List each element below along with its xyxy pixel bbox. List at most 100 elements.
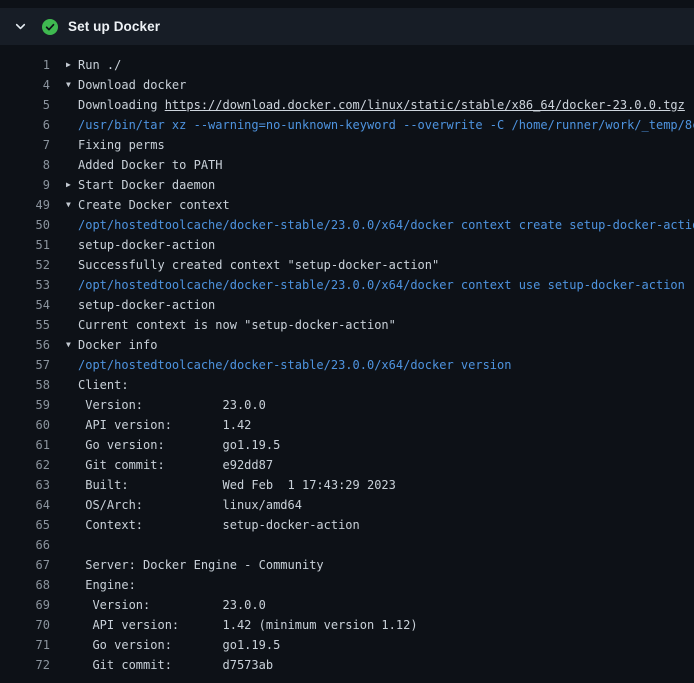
line-number[interactable]: 57 (0, 358, 50, 372)
log-text: Fixing perms (78, 138, 165, 152)
line-number[interactable]: 65 (0, 518, 50, 532)
line-number[interactable]: 6 (0, 118, 50, 132)
line-number[interactable]: 1 (0, 58, 50, 72)
log-line: 58 Client: (0, 375, 694, 395)
success-check-icon (42, 19, 58, 35)
line-number[interactable]: 61 (0, 438, 50, 452)
line-number[interactable]: 8 (0, 158, 50, 172)
log-text: /opt/hostedtoolcache/docker-stable/23.0.… (78, 358, 511, 372)
log-plain-text: Create Docker context (78, 198, 230, 212)
chevron-down-icon[interactable] (13, 20, 27, 33)
log-link[interactable]: https://download.docker.com/linux/static… (165, 98, 685, 112)
log-text: OS/Arch: linux/amd64 (78, 498, 302, 512)
log-line: 56▼Docker info (0, 335, 694, 355)
log-text: Version: 23.0.0 (78, 398, 266, 412)
line-number[interactable]: 59 (0, 398, 50, 412)
log-plain-text: Server: Docker Engine - Community (78, 558, 324, 572)
log-text: Go version: go1.19.5 (78, 638, 280, 652)
line-number[interactable]: 7 (0, 138, 50, 152)
log-line: 8 Added Docker to PATH (0, 155, 694, 175)
line-number[interactable]: 71 (0, 638, 50, 652)
line-number[interactable]: 54 (0, 298, 50, 312)
log-text: Create Docker context (78, 198, 230, 212)
log-line: 1▶Run ./ (0, 55, 694, 75)
log-plain-text: API version: 1.42 (78, 418, 251, 432)
log-text: Server: Docker Engine - Community (78, 558, 324, 572)
log-line: 69 Version: 23.0.0 (0, 595, 694, 615)
log-command-text: /opt/hostedtoolcache/docker-stable/23.0.… (78, 358, 511, 372)
line-number[interactable]: 53 (0, 278, 50, 292)
log-command-text: /opt/hostedtoolcache/docker-stable/23.0.… (78, 278, 685, 292)
log-text: /opt/hostedtoolcache/docker-stable/23.0.… (78, 278, 685, 292)
log-text: Engine: (78, 578, 136, 592)
log-plain-text: Engine: (78, 578, 136, 592)
collapse-group-arrow-icon[interactable]: ▼ (66, 75, 78, 95)
line-number[interactable]: 60 (0, 418, 50, 432)
log-line: 60 API version: 1.42 (0, 415, 694, 435)
line-number[interactable]: 51 (0, 238, 50, 252)
line-number[interactable]: 70 (0, 618, 50, 632)
log-line: 71 Go version: go1.19.5 (0, 635, 694, 655)
line-number[interactable]: 68 (0, 578, 50, 592)
log-text: Start Docker daemon (78, 178, 215, 192)
log-line: 66 (0, 535, 694, 555)
line-number[interactable]: 5 (0, 98, 50, 112)
line-number[interactable]: 9 (0, 178, 50, 192)
log-line: 53/opt/hostedtoolcache/docker-stable/23.… (0, 275, 694, 295)
log-text: Git commit: d7573ab (78, 658, 273, 672)
log-line: 67 Server: Docker Engine - Community (0, 555, 694, 575)
log-line: 72 Git commit: d7573ab (0, 655, 694, 675)
line-number[interactable]: 64 (0, 498, 50, 512)
line-number[interactable]: 55 (0, 318, 50, 332)
log-line: 54 setup-docker-action (0, 295, 694, 315)
log-line: 9 ▶Start Docker daemon (0, 175, 694, 195)
log-plain-text: OS/Arch: linux/amd64 (78, 498, 302, 512)
step-header[interactable]: Set up Docker (0, 8, 694, 45)
line-number[interactable]: 62 (0, 458, 50, 472)
log-line: 70 API version: 1.42 (minimum version 1.… (0, 615, 694, 635)
log-line: 5Downloading https://download.docker.com… (0, 95, 694, 115)
log-line: 4▼Download docker (0, 75, 694, 95)
log-command-text: /opt/hostedtoolcache/docker-stable/23.0.… (78, 218, 694, 232)
log-text: Current context is now "setup-docker-act… (78, 318, 396, 332)
line-number[interactable]: 50 (0, 218, 50, 232)
line-number[interactable]: 66 (0, 538, 50, 552)
log-plain-text: Current context is now "setup-docker-act… (78, 318, 396, 332)
log-plain-text: Context: setup-docker-action (78, 518, 360, 532)
log-text: API version: 1.42 (78, 418, 251, 432)
collapse-group-arrow-icon[interactable]: ▼ (66, 335, 78, 355)
expand-group-arrow-icon[interactable]: ▶ (66, 55, 78, 75)
log-plain-text: Start Docker daemon (78, 178, 215, 192)
line-number[interactable]: 58 (0, 378, 50, 392)
log-plain-text: Git commit: e92dd87 (78, 458, 273, 472)
log-text: Client: (78, 378, 129, 392)
log-line: 57/opt/hostedtoolcache/docker-stable/23.… (0, 355, 694, 375)
collapse-group-arrow-icon[interactable]: ▼ (66, 195, 78, 215)
log-plain-text: Successfully created context "setup-dock… (78, 258, 439, 272)
log-line: 62 Git commit: e92dd87 (0, 455, 694, 475)
log-container: 1▶Run ./4▼Download docker5Downloading ht… (0, 45, 694, 675)
line-number[interactable]: 63 (0, 478, 50, 492)
log-text: setup-docker-action (78, 298, 215, 312)
expand-group-arrow-icon[interactable]: ▶ (66, 175, 78, 195)
log-line: 65 Context: setup-docker-action (0, 515, 694, 535)
log-text: Added Docker to PATH (78, 158, 223, 172)
log-plain-text: Go version: go1.19.5 (78, 638, 280, 652)
log-plain-text: Version: 23.0.0 (78, 398, 266, 412)
line-number[interactable]: 49 (0, 198, 50, 212)
log-plain-text: Built: Wed Feb 1 17:43:29 2023 (78, 478, 396, 492)
line-number[interactable]: 52 (0, 258, 50, 272)
line-number[interactable]: 67 (0, 558, 50, 572)
line-number[interactable]: 69 (0, 598, 50, 612)
log-line: 50/opt/hostedtoolcache/docker-stable/23.… (0, 215, 694, 235)
log-plain-text: API version: 1.42 (minimum version 1.12) (78, 618, 418, 632)
workflow-log-page: Set up Docker 1▶Run ./4▼Download docker5… (0, 8, 694, 683)
log-line: 68 Engine: (0, 575, 694, 595)
line-number[interactable]: 56 (0, 338, 50, 352)
log-plain-text: Added Docker to PATH (78, 158, 223, 172)
line-number[interactable]: 72 (0, 658, 50, 672)
log-text: Successfully created context "setup-dock… (78, 258, 439, 272)
log-plain-text: Version: 23.0.0 (78, 598, 266, 612)
line-number[interactable]: 4 (0, 78, 50, 92)
log-line: 55 Current context is now "setup-docker-a… (0, 315, 694, 335)
